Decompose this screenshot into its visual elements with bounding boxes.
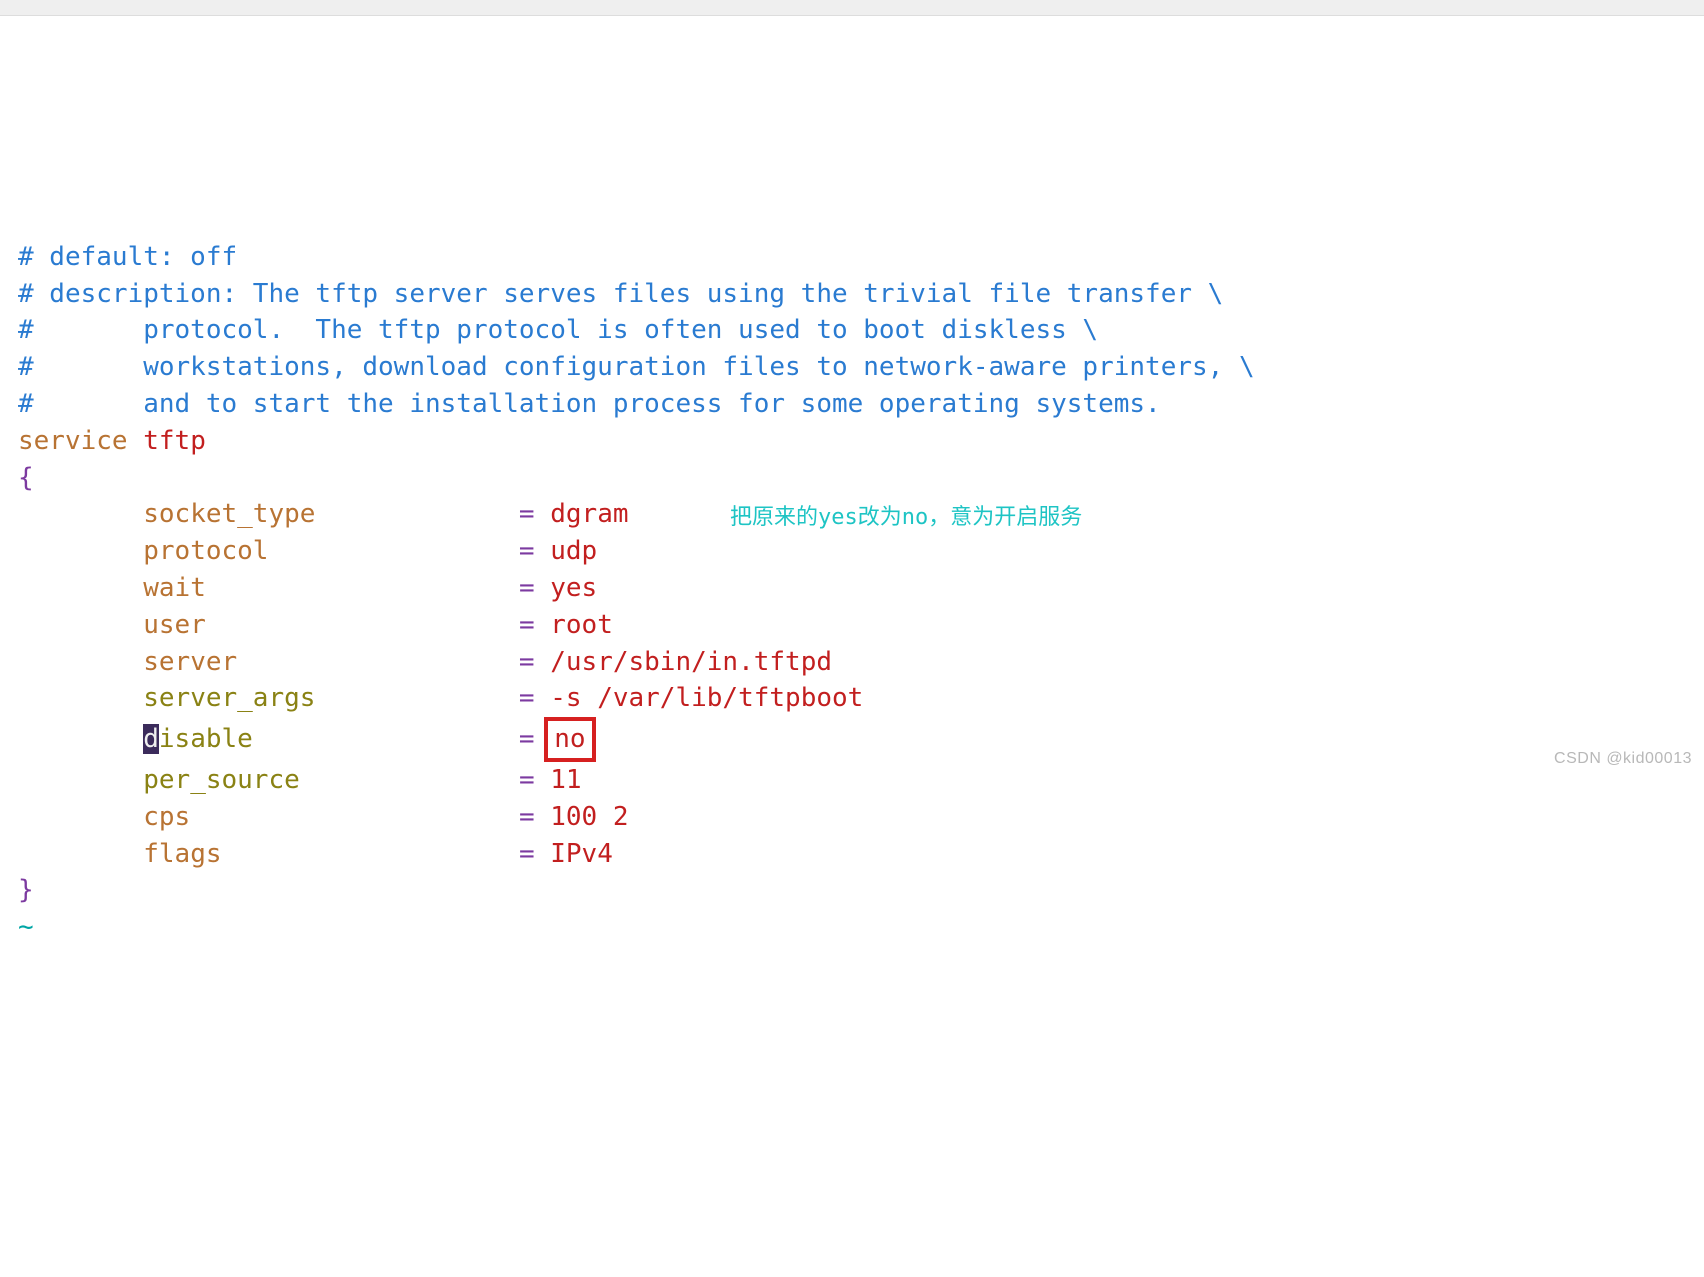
key-server: server [143, 647, 237, 677]
key-socket-type: socket_type [143, 499, 315, 529]
eq: = [519, 647, 535, 677]
key-user: user [143, 610, 206, 640]
code-editor-content: # default: off # description: The tftp s… [18, 239, 1704, 946]
key-wait: wait [143, 573, 206, 603]
val-user: root [550, 610, 613, 640]
key-protocol: protocol [143, 536, 268, 566]
key-disable: disable [143, 724, 253, 754]
brace-open: { [18, 463, 34, 493]
eq: = [519, 765, 535, 795]
key-flags: flags [143, 839, 221, 869]
val-wait: yes [550, 573, 597, 603]
comment-line-2: # description: The tftp server serves fi… [18, 279, 1223, 309]
val-server-args: -s /var/lib/tftpboot [550, 683, 863, 713]
key-server-args: server_args [143, 683, 315, 713]
watermark: CSDN @kid00013 [1554, 741, 1692, 778]
val-flags: IPv4 [550, 839, 613, 869]
service-keyword: service [18, 426, 128, 456]
comment-line-1: # default: off [18, 242, 237, 272]
eq: = [519, 802, 535, 832]
val-disable-highlighted: no [544, 717, 595, 762]
val-socket-type: dgram [550, 499, 628, 529]
comment-line-3: # protocol. The tftp protocol is often u… [18, 315, 1098, 345]
eq: = [519, 683, 535, 713]
val-server: /usr/sbin/in.tftpd [550, 647, 832, 677]
eq: = [519, 724, 535, 754]
eq: = [519, 610, 535, 640]
eq: = [519, 499, 535, 529]
cursor-on-d: d [143, 724, 159, 754]
vim-tilde-empty-line: ~ [18, 912, 34, 942]
brace-close: } [18, 875, 34, 905]
val-cps: 100 2 [550, 802, 628, 832]
window-top-strip [0, 0, 1704, 16]
comment-line-5: # and to start the installation process … [18, 389, 1161, 419]
val-protocol: udp [550, 536, 597, 566]
annotation-callout: 把原来的yes改为no，意为开启服务 [730, 500, 1082, 537]
key-cps: cps [143, 802, 190, 832]
eq: = [519, 536, 535, 566]
key-per-source: per_source [143, 765, 300, 795]
eq: = [519, 839, 535, 869]
val-per-source: 11 [550, 765, 581, 795]
comment-line-4: # workstations, download configuration f… [18, 352, 1255, 382]
eq: = [519, 573, 535, 603]
service-name: tftp [143, 426, 206, 456]
